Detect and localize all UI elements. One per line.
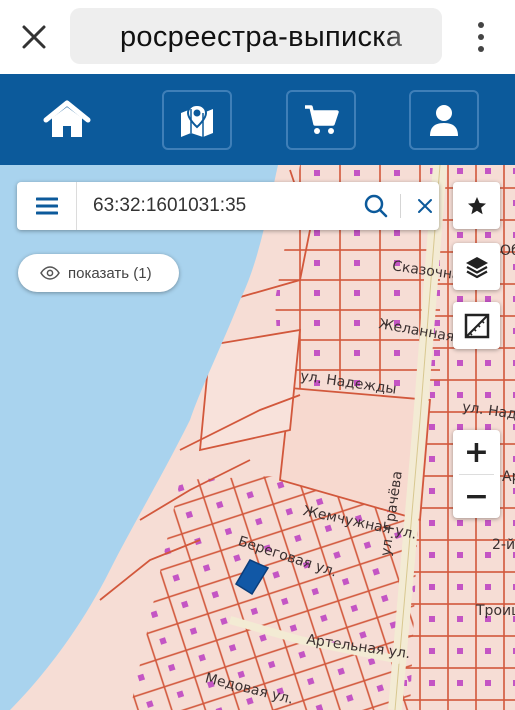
street-label: Троиц	[476, 603, 515, 619]
map-pin-icon[interactable]	[162, 90, 232, 150]
show-results-label: показать (1)	[68, 264, 152, 282]
street-label: Ар	[502, 469, 515, 485]
zoom-control: + −	[453, 430, 500, 518]
eye-icon	[40, 266, 60, 280]
search-icon[interactable]	[362, 192, 390, 220]
zoom-in-button[interactable]: +	[453, 430, 500, 474]
user-icon[interactable]	[409, 90, 479, 150]
divider	[400, 194, 401, 218]
layers-icon[interactable]	[453, 243, 500, 290]
star-icon[interactable]	[453, 182, 500, 229]
app-navbar	[0, 74, 515, 165]
street-label: 2-й	[492, 537, 515, 553]
show-results-button[interactable]: показать (1)	[18, 254, 179, 292]
cart-icon[interactable]	[286, 90, 356, 150]
url-fade	[382, 8, 442, 64]
street-label: Об	[500, 243, 515, 259]
close-icon[interactable]	[14, 17, 54, 57]
hamburger-icon[interactable]	[17, 182, 77, 230]
url-text: росреестра-выписка	[120, 21, 403, 53]
more-vert-icon[interactable]	[468, 17, 494, 57]
zoom-out-button[interactable]: −	[453, 474, 500, 518]
browser-toolbar: росреестра-выписка	[0, 0, 515, 74]
home-icon[interactable]	[32, 90, 102, 150]
cadastral-map[interactable]: Сказочна Желанная ул. ул. Надежды ул. На…	[0, 165, 515, 710]
ruler-icon[interactable]	[453, 302, 500, 349]
screen: росреестра-выписка Сказочна Желанная ул.…	[0, 0, 515, 710]
close-icon[interactable]	[413, 194, 437, 218]
url-bar[interactable]: росреестра-выписка	[70, 8, 442, 64]
search-panel	[17, 182, 439, 230]
cadastral-search-input[interactable]	[93, 193, 343, 219]
map-canvas[interactable]	[0, 165, 515, 710]
